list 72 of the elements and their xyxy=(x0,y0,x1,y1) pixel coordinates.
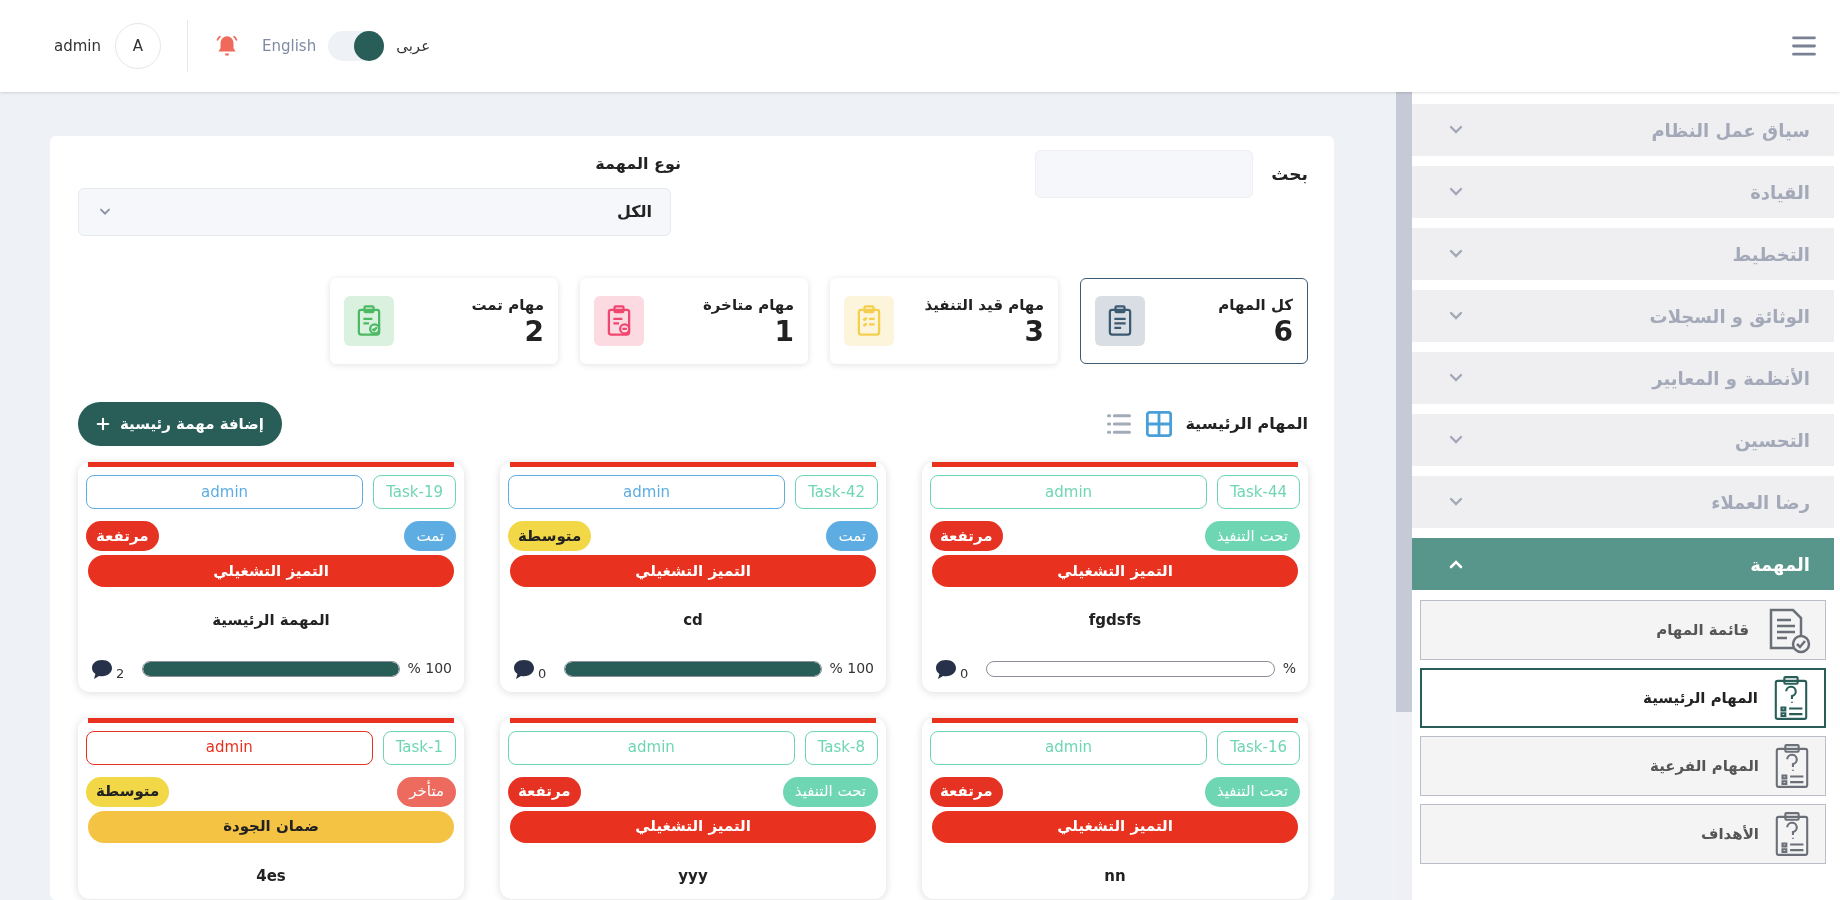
owner-tag: admin xyxy=(930,475,1208,509)
owner-tag: admin xyxy=(86,730,373,765)
comment-count: 0 xyxy=(538,666,547,680)
search-label: بحث xyxy=(1271,163,1308,186)
task-code: Task-44 xyxy=(1217,475,1300,509)
user-name: admin xyxy=(54,35,101,57)
status-badge: متأخر xyxy=(397,776,456,807)
owner-tag: admin xyxy=(86,475,364,509)
owner-tag: admin xyxy=(508,730,795,765)
comment-icon xyxy=(90,657,114,680)
sidebar-link[interactable]: الأهداف xyxy=(1420,804,1826,864)
comment-count: 0 xyxy=(960,666,969,680)
priority-badge: متوسطة xyxy=(508,521,592,551)
task-type-label: نوع المهمة xyxy=(594,153,681,175)
progress-reading: 100 % xyxy=(829,659,874,678)
clipboard-question-icon xyxy=(1773,811,1811,857)
status-badge: تمت xyxy=(404,521,456,551)
add-main-task-button[interactable]: إضافة مهمة رئيسية xyxy=(78,402,282,446)
priority-badge: مرتفعة xyxy=(930,521,1003,551)
stat-count: 6 xyxy=(1272,316,1293,349)
stat-count: 1 xyxy=(773,316,794,349)
category-bar: ضمان الجودة xyxy=(88,810,454,843)
category-bar: التميز التشغيلي xyxy=(932,555,1298,587)
clipboard-question-icon xyxy=(1772,675,1810,721)
task-code: Task-8 xyxy=(804,730,878,765)
grid-view-icon[interactable] xyxy=(1145,410,1174,438)
stat-count: 3 xyxy=(1023,316,1044,349)
category-bar: التميز التشغيلي xyxy=(510,555,876,587)
task-name: nn xyxy=(1103,865,1127,887)
bell-icon xyxy=(214,33,240,59)
priority-badge: مرتفعة xyxy=(86,521,159,551)
language-label: عربى xyxy=(396,35,431,57)
progress-reading: 100 % xyxy=(407,659,452,678)
status-badge: تمت xyxy=(826,521,878,551)
task-code: Task-1 xyxy=(382,730,456,765)
category-bar: التميز التشغيلي xyxy=(510,810,876,843)
language-toggle[interactable] xyxy=(328,31,385,61)
priority-badge: مرتفعة xyxy=(930,776,1003,807)
stat-label: مهام تمت xyxy=(471,294,544,316)
task-code: Task-19 xyxy=(373,475,456,509)
task-name: المهمة الرئيسية xyxy=(211,610,331,631)
priority-badge: مرتفعة xyxy=(508,776,581,807)
task-name: fgdsfs xyxy=(1087,610,1143,631)
priority-badge: متوسطة xyxy=(86,776,170,807)
comment-count: 2 xyxy=(116,666,125,680)
category-bar: التميز التشغيلي xyxy=(932,810,1298,843)
status-badge: تحت التنفيذ xyxy=(1204,776,1300,807)
status-badge: تحت التنفيذ xyxy=(782,776,878,807)
plus-icon xyxy=(96,417,110,431)
progress-reading: % xyxy=(1282,659,1296,678)
stat-count: 2 xyxy=(523,316,544,349)
stat-label: مهام متاخرة xyxy=(702,294,794,316)
category-bar: التميز التشغيلي xyxy=(88,555,454,587)
task-name: yyy xyxy=(677,865,709,887)
sidebar-link[interactable]: المهام الرئيسية xyxy=(1420,668,1826,728)
status-badge: تحت التنفيذ xyxy=(1204,521,1300,551)
stat-label: كل المهام xyxy=(1218,294,1293,316)
comment-icon xyxy=(512,657,536,680)
comment-icon xyxy=(934,657,958,680)
section-title: المهام الرئيسية xyxy=(1185,413,1308,435)
task-code: Task-16 xyxy=(1217,730,1300,765)
sidebar-link[interactable]: المهام الفرعية xyxy=(1420,736,1826,796)
clipboard-question-icon xyxy=(1773,743,1811,789)
task-name: cd xyxy=(682,610,704,631)
stat-label: مهام قيد التنفيذ xyxy=(924,294,1044,316)
task-name: 4es xyxy=(255,865,287,887)
task-type-select[interactable]: الكل xyxy=(78,188,671,236)
sidebar-link[interactable]: قائمة المهام xyxy=(1420,600,1826,660)
owner-tag: admin xyxy=(930,730,1208,765)
task-code: Task-42 xyxy=(795,475,878,509)
owner-tag: admin xyxy=(508,475,786,509)
language-label: English xyxy=(262,35,317,57)
